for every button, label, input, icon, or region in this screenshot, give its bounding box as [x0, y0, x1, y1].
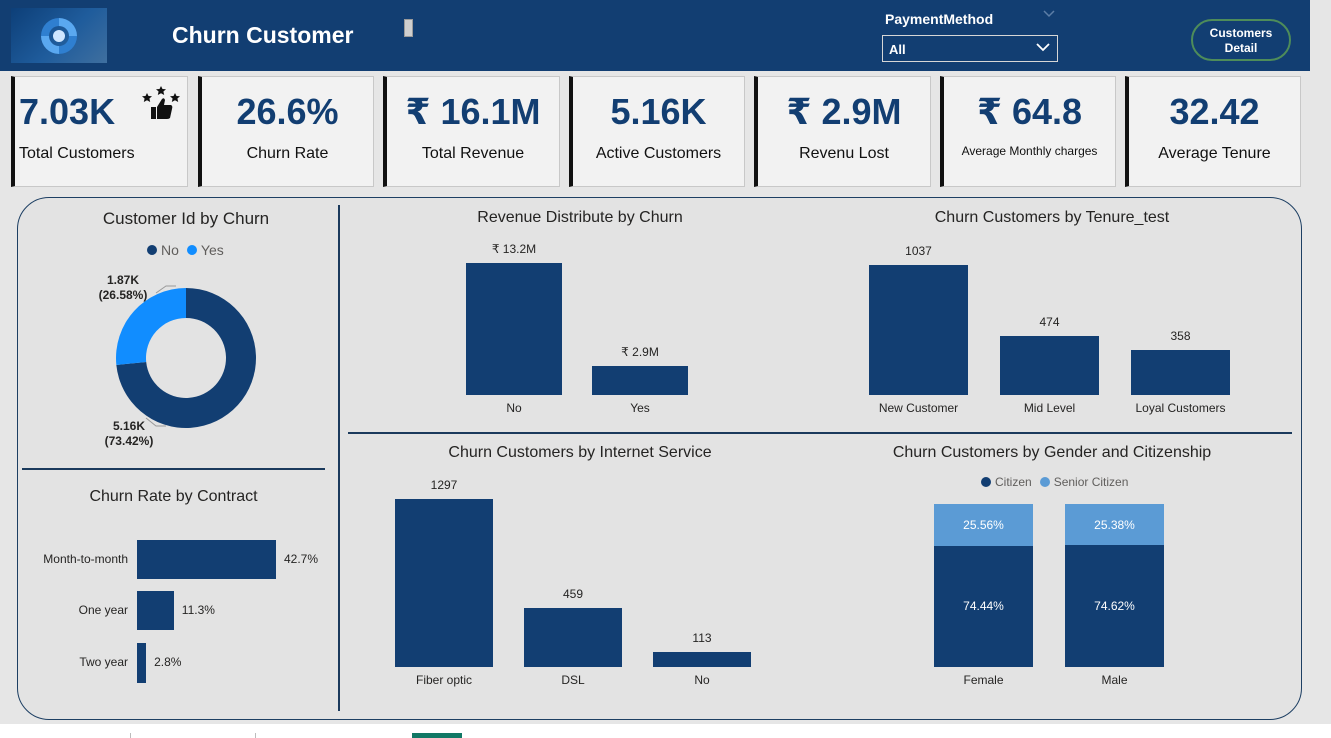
kpi-card-active-customers: 5.16K Active Customers [569, 76, 745, 187]
bar-yes[interactable] [592, 366, 688, 395]
kpi-label: Churn Rate [246, 145, 329, 162]
kpi-value: 5.16K [610, 91, 707, 132]
hbar-one-year[interactable] [137, 591, 174, 630]
bar-mid-level[interactable] [1000, 335, 1099, 395]
data-label: 474 [1039, 314, 1060, 329]
donut-label-yes-value: 1.87K [106, 273, 140, 287]
kpi-card-total-customers: 7.03K Total Customers [11, 76, 188, 187]
swirl-logo-icon [41, 17, 77, 54]
data-label: 1037 [905, 244, 932, 258]
page-tab-divider [130, 733, 131, 738]
donut-legend[interactable]: No Yes [147, 242, 224, 258]
page-title: Churn Customer [172, 22, 354, 48]
data-label: 11.3% [181, 603, 215, 617]
payment-method-dropdown[interactable]: All [882, 35, 1058, 62]
chevron-down-icon [1036, 43, 1050, 52]
data-label: 358 [1170, 329, 1191, 344]
legend-label-senior: Senior Citizen [1053, 475, 1129, 489]
data-label: 25.38% [1094, 517, 1135, 532]
bar-no[interactable] [653, 652, 751, 667]
axis-label: One year [78, 603, 128, 617]
legend-label-no: No [161, 242, 179, 258]
legend-label-yes: Yes [200, 242, 224, 258]
kpi-label: Average Monthly charges [961, 144, 1098, 158]
data-label: 74.44% [963, 599, 1004, 614]
axis-label: Loyal Customers [1135, 401, 1226, 415]
donut-label-no-pct: (73.42%) [104, 434, 154, 448]
small-toggle-button[interactable] [404, 19, 413, 37]
chart-title-internet: Churn Customers by Internet Service [448, 444, 712, 461]
data-label: 25.56% [963, 517, 1004, 532]
kpi-label: Total Revenue [421, 145, 525, 162]
hbar-two-year[interactable] [137, 643, 147, 683]
bar-loyal-customers[interactable] [1131, 350, 1230, 395]
chart-title-revenue: Revenue Distribute by Churn [477, 209, 683, 226]
axis-label: No [694, 673, 710, 687]
kpi-card-total-revenue: ₹ 16.1M Total Revenue [383, 76, 560, 187]
dropdown-value: All [889, 42, 906, 57]
data-label: 74.62% [1094, 599, 1135, 614]
chart-title-contract: Churn Rate by Contract [89, 488, 258, 505]
data-label: 2.8% [154, 655, 182, 669]
button-label-line1: Customers [1209, 26, 1273, 40]
page-tab-active[interactable] [412, 733, 462, 738]
kpi-label: Revenu Lost [799, 145, 889, 162]
legend-dot-yes [186, 245, 197, 255]
bar-new-customer[interactable] [869, 265, 968, 395]
payment-method-slicer-label: PaymentMethod [885, 11, 994, 27]
data-label: ₹ 13.2M [491, 242, 537, 256]
axis-label: Month-to-month [43, 552, 128, 566]
thumbs-up-stars-icon [142, 86, 180, 119]
donut-label-no: 5.16K (73.42%) [86, 419, 172, 449]
legend-dot-no [147, 245, 157, 255]
page-tab-divider [255, 733, 256, 738]
page-tabs-strip [0, 724, 1331, 738]
axis-label: Two year [79, 655, 128, 669]
kpi-card-average-monthly-charges: ₹ 64.8 Average Monthly charges [940, 76, 1116, 187]
chart-title-gender: Churn Customers by Gender and Citizenshi… [892, 444, 1212, 461]
legend-dot-senior [1039, 477, 1050, 487]
kpi-label: Total Customers [19, 145, 135, 162]
hbar-month-to-month[interactable] [137, 540, 276, 579]
kpi-value: ₹ 16.1M [405, 91, 541, 132]
chevron-down-icon[interactable] [1042, 8, 1056, 22]
kpi-label: Active Customers [595, 145, 722, 162]
donut-label-no-value: 5.16K [112, 419, 146, 433]
bar-fiber-optic[interactable] [395, 499, 493, 667]
kpi-card-churn-rate: 26.6% Churn Rate [198, 76, 374, 187]
data-label: 459 [562, 586, 584, 601]
donut-label-yes: 1.87K (26.58%) [80, 273, 166, 303]
bar-dsl[interactable] [524, 607, 622, 667]
data-label: 113 [692, 631, 712, 646]
header-bar: Churn Customer PaymentMethod All Custome… [0, 0, 1310, 71]
kpi-value: 32.42 [1169, 91, 1260, 132]
customers-detail-button[interactable]: Customers Detail [1191, 19, 1291, 61]
data-label: 1297 [430, 478, 458, 492]
left-horizontal-divider [22, 468, 325, 470]
legend-dot-citizen [981, 477, 991, 487]
gender-legend[interactable]: Citizen Senior Citizen [981, 475, 1128, 489]
data-label: 42.7% [284, 552, 319, 566]
company-logo [11, 8, 107, 63]
kpi-card-average-tenure: 32.42 Average Tenure [1125, 76, 1301, 187]
kpi-value: ₹ 64.8 [976, 91, 1083, 132]
kpi-card-revenue-lost: ₹ 2.9M Revenu Lost [754, 76, 931, 187]
data-label: ₹ 2.9M [621, 345, 659, 359]
kpi-value: 26.6% [236, 91, 339, 132]
kpi-label: Average Tenure [1158, 145, 1271, 162]
chart-title-churn-donut: Customer Id by Churn [102, 209, 270, 228]
kpi-value: ₹ 2.9M [786, 91, 902, 132]
right-horizontal-divider [348, 432, 1292, 434]
axis-label: Male [1101, 673, 1128, 687]
vertical-divider [338, 205, 340, 711]
chart-title-tenure: Churn Customers by Tenure_test [934, 209, 1170, 226]
legend-label-citizen: Citizen [995, 475, 1032, 489]
donut-label-yes-pct: (26.58%) [98, 288, 148, 302]
button-label-line2: Detail [1224, 41, 1258, 55]
axis-label: Yes [630, 401, 650, 415]
bar-no[interactable] [466, 263, 562, 395]
